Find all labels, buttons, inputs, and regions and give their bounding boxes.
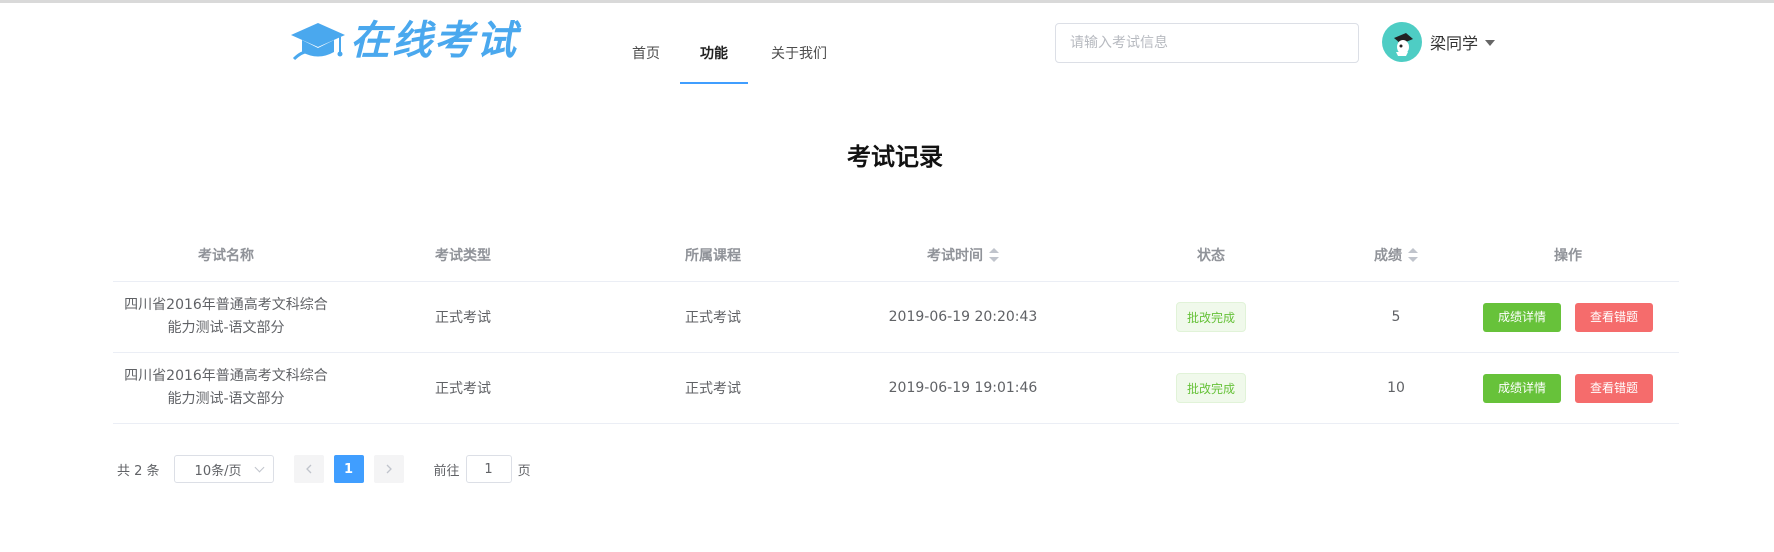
exam-time-cell: 2019-06-19 19:01:46 <box>888 380 1038 396</box>
chevron-left-icon <box>305 464 312 474</box>
exam-name-cell: 四川省2016年普通高考文科综合 能力测试-语文部分 <box>113 365 339 411</box>
header-label: 考试类型 <box>435 248 491 264</box>
goto-prefix-label: 前往 <box>433 463 460 479</box>
header-label: 操作 <box>1554 248 1582 264</box>
sort-icon[interactable] <box>989 248 999 262</box>
status-cell: 批改完成 <box>1087 302 1335 332</box>
view-wrong-answers-button[interactable]: 查看错题 <box>1575 373 1654 403</box>
course-cell: 正式考试 <box>685 310 741 326</box>
exam-records-table: 考试名称 考试类型 所属课程 考试时间 状态 成绩 操作 四川省2016年普通高… <box>113 229 1679 424</box>
goto-page-input[interactable] <box>465 455 512 483</box>
header-exam-time[interactable]: 考试时间 <box>839 245 1087 265</box>
user-menu[interactable]: 梁同学 <box>1382 22 1496 62</box>
status-badge: 批改完成 <box>1175 373 1246 403</box>
header-actions: 操作 <box>1457 245 1679 265</box>
caret-down-icon <box>1485 40 1496 46</box>
header-label: 考试名称 <box>198 248 254 264</box>
chevron-right-icon <box>386 464 392 474</box>
exam-name-line: 四川省2016年普通高考文科综合 <box>124 297 328 313</box>
course-cell: 正式考试 <box>685 381 741 397</box>
header-label: 状态 <box>1197 248 1225 264</box>
score-detail-button[interactable]: 成绩详情 <box>1482 302 1561 332</box>
actions-cell: 成绩详情 查看错题 <box>1457 373 1679 403</box>
logo-text: 在线考试 <box>350 17 518 64</box>
view-wrong-answers-button[interactable]: 查看错题 <box>1575 302 1654 332</box>
header-label: 所属课程 <box>685 248 741 264</box>
header-label: 成绩 <box>1374 248 1402 264</box>
chevron-down-icon <box>254 462 264 472</box>
next-page-button[interactable] <box>373 455 404 483</box>
user-name: 梁同学 <box>1430 34 1479 53</box>
page-size-value: 10条/页 <box>194 463 242 479</box>
sort-icon[interactable] <box>1408 248 1418 262</box>
status-cell: 批改完成 <box>1087 373 1335 403</box>
page-title: 考试记录 <box>847 143 943 171</box>
prev-page-button[interactable] <box>293 455 324 483</box>
header-exam-name: 考试名称 <box>113 245 339 265</box>
total-count: 共 2 条 <box>117 463 160 479</box>
exam-type-cell: 正式考试 <box>435 381 491 397</box>
header-score[interactable]: 成绩 <box>1335 245 1457 265</box>
nav-item-about[interactable]: 关于我们 <box>748 28 850 84</box>
score-cell: 5 <box>1391 309 1401 325</box>
nav-item-home[interactable]: 首页 <box>612 28 680 84</box>
graduation-cap-icon <box>291 23 345 61</box>
table-row: 四川省2016年普通高考文科综合 能力测试-语文部分 正式考试 正式考试 201… <box>113 282 1679 353</box>
header-status: 状态 <box>1087 245 1335 265</box>
exam-name-cell: 四川省2016年普通高考文科综合 能力测试-语文部分 <box>113 294 339 340</box>
actions-cell: 成绩详情 查看错题 <box>1457 302 1679 332</box>
exam-name-line: 能力测试-语文部分 <box>167 320 285 336</box>
page-number-button[interactable]: 1 <box>333 455 364 483</box>
score-cell: 10 <box>1387 380 1405 396</box>
top-border <box>0 0 1774 3</box>
score-detail-button[interactable]: 成绩详情 <box>1482 373 1561 403</box>
user-avatar-icon <box>1394 33 1413 56</box>
avatar <box>1382 22 1422 62</box>
table-row: 四川省2016年普通高考文科综合 能力测试-语文部分 正式考试 正式考试 201… <box>113 353 1679 424</box>
exam-type-cell: 正式考试 <box>435 310 491 326</box>
header-label: 考试时间 <box>927 248 983 264</box>
goto-page: 前往 页 <box>434 455 531 483</box>
exam-name-line: 能力测试-语文部分 <box>167 391 285 407</box>
goto-suffix-label: 页 <box>517 463 531 479</box>
search-input[interactable] <box>1055 23 1359 63</box>
status-badge: 批改完成 <box>1175 302 1246 332</box>
nav-item-features[interactable]: 功能 <box>680 28 748 84</box>
main-nav: 首页 功能 关于我们 <box>612 28 850 84</box>
site-logo[interactable]: 在线考试 <box>290 18 518 64</box>
header-course: 所属课程 <box>587 245 839 265</box>
table-header: 考试名称 考试类型 所属课程 考试时间 状态 成绩 操作 <box>113 229 1679 282</box>
page-size-select[interactable]: 10条/页 <box>173 455 274 483</box>
pagination: 共 2 条 10条/页 1 前往 页 <box>117 455 531 483</box>
exam-name-line: 四川省2016年普通高考文科综合 <box>124 368 328 384</box>
exam-time-cell: 2019-06-19 20:20:43 <box>888 309 1038 325</box>
header-exam-type: 考试类型 <box>339 245 587 265</box>
